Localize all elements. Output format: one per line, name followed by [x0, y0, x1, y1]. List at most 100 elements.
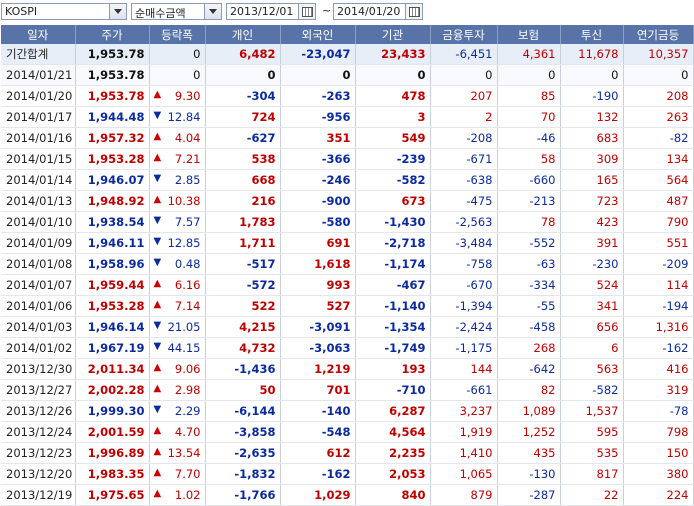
mode-select[interactable]: 순매수금액	[131, 3, 222, 20]
cell-institution: -710	[355, 379, 431, 401]
cell-trust: -582	[560, 379, 624, 401]
col-header-individual[interactable]: 개인	[205, 25, 281, 44]
cell-date: 2014/01/20	[1, 85, 76, 107]
table-row[interactable]: 2013/12/23 1,996.89 ▲ 13.54 -2,635 612 2,235 1,…	[1, 442, 694, 464]
col-header-change[interactable]: 등락폭	[149, 25, 206, 44]
cell-financial-investment: 0	[430, 64, 498, 86]
cell-trust: 132	[560, 106, 624, 128]
col-header-insurance[interactable]: 보험	[497, 25, 561, 44]
table-row[interactable]: 2014/01/13 1,948.92 ▲ 10.38 216 -900 673 -475 -2…	[1, 190, 694, 212]
change-value: 0.48	[174, 257, 201, 271]
col-header-price[interactable]: 주가	[75, 25, 150, 44]
index-select[interactable]: KOSPI	[1, 3, 127, 20]
table-row[interactable]: 2014/01/10 1,938.54 ▼ 7.57 1,783 -580 -1,430 -2…	[1, 211, 694, 233]
col-header-date[interactable]: 일자	[1, 25, 76, 44]
cell-trust: 535	[560, 442, 624, 464]
table-row[interactable]: 2013/12/30 2,011.34 ▲ 9.06 -1,436 1,219 193 144…	[1, 358, 694, 380]
change-value: 4.70	[174, 425, 201, 439]
cell-date: 2014/01/06	[1, 295, 76, 317]
col-header-institution[interactable]: 기관	[355, 25, 431, 44]
date-range-separator: ~	[322, 4, 332, 17]
change-wrapper: ▼ 2.29	[154, 404, 201, 418]
cell-pension: 208	[623, 85, 694, 107]
change-wrapper: ▲ 9.06	[154, 362, 201, 376]
start-date-field[interactable]: 2013/12/01	[226, 3, 316, 20]
cell-insurance: 435	[497, 442, 561, 464]
table-row[interactable]: 2014/01/02 1,967.19 ▼ 44.15 4,732 -3,063 -1,74…	[1, 337, 694, 359]
table-row[interactable]: 2014/01/15 1,953.28 ▲ 7.21 538 -366 -239 -671 58…	[1, 148, 694, 170]
col-header-foreign[interactable]: 외국인	[280, 25, 356, 44]
cell-financial-investment: -6,451	[430, 44, 498, 65]
table-row[interactable]: 2013/12/26 1,999.30 ▼ 2.29 -6,144 -140 6,287 3,…	[1, 400, 694, 422]
table-row[interactable]: 2014/01/08 1,958.96 ▼ 0.48 -517 1,618 -1,174 -7…	[1, 253, 694, 275]
table-row[interactable]: 2013/12/24 2,001.59 ▲ 4.70 -3,858 -548 4,564 1,…	[1, 421, 694, 443]
cell-insurance: 85	[497, 85, 561, 107]
arrow-up-icon: ▲	[153, 425, 162, 436]
cell-insurance: -287	[497, 484, 561, 506]
cell-pension: 224	[623, 484, 694, 506]
cell-insurance: 1,089	[497, 400, 561, 422]
cell-change: ▼ 2.85	[149, 169, 206, 191]
table-row[interactable]: 2014/01/09 1,946.11 ▼ 12.85 1,711 691 -2,718 -3…	[1, 232, 694, 254]
cell-change: ▼ 0.48	[149, 253, 206, 275]
cell-insurance: 1,252	[497, 421, 561, 443]
calendar-icon[interactable]	[405, 4, 422, 19]
cell-institution: 478	[355, 85, 431, 107]
change-wrapper: ▼ 7.57	[154, 215, 201, 229]
cell-trust: 563	[560, 358, 624, 380]
change-wrapper: ▲ 10.38	[154, 194, 201, 208]
change-value: 7.57	[174, 215, 201, 229]
cell-date: 2014/01/07	[1, 274, 76, 296]
cell-insurance: 4,361	[497, 44, 561, 65]
cell-financial-investment: 144	[430, 358, 498, 380]
cell-financial-investment: -1,394	[430, 295, 498, 317]
cell-foreign: -3,063	[280, 337, 356, 359]
cell-insurance: -46	[497, 127, 561, 149]
cell-foreign: -246	[280, 169, 356, 191]
cell-institution: 549	[355, 127, 431, 149]
col-header-financial-investment[interactable]: 금융투자	[430, 25, 498, 44]
table-row[interactable]: 2014/01/17 1,944.48 ▼ 12.84 724 -956 3 2 70 132 26…	[1, 106, 694, 128]
arrow-up-icon: ▲	[153, 152, 162, 163]
change-wrapper: ▲ 6.16	[154, 278, 201, 292]
cell-foreign: 993	[280, 274, 356, 296]
cell-institution: -239	[355, 148, 431, 170]
change-wrapper: ▲ 2.98	[154, 383, 201, 397]
col-header-pension[interactable]: 연기금등	[623, 25, 694, 44]
cell-trust: 524	[560, 274, 624, 296]
cell-date: 2013/12/30	[1, 358, 76, 380]
cell-pension: 263	[623, 106, 694, 128]
cell-pension: -162	[623, 337, 694, 359]
chevron-down-icon[interactable]	[204, 4, 221, 19]
total-row[interactable]: 기간합계 1,953.78 0 6,482 -23,047 23,433 -6,451 4,3…	[1, 44, 694, 65]
table-row[interactable]: 2014/01/21 1,953.78 0 0 0 0 0 0 0 0	[1, 64, 694, 86]
end-date-field[interactable]: 2014/01/20	[333, 3, 423, 20]
cell-date: 2013/12/23	[1, 442, 76, 464]
table-row[interactable]: 2013/12/20 1,983.35 ▲ 7.70 -1,832 -162 2,053 1,…	[1, 463, 694, 485]
cell-trust: 6	[560, 337, 624, 359]
change-wrapper: ▼ 2.85	[154, 173, 201, 187]
table-row[interactable]: 2013/12/19 1,975.65 ▲ 1.02 -1,766 1,029 840 879…	[1, 484, 694, 506]
table-row[interactable]: 2014/01/20 1,953.78 ▲ 9.30 -304 -263 478 207 85-…	[1, 85, 694, 107]
calendar-icon[interactable]	[298, 4, 315, 19]
table-row[interactable]: 2013/12/27 2,002.28 ▲ 2.98 50 701 -710 -661 82 -5…	[1, 379, 694, 401]
change-value: 12.84	[167, 110, 201, 124]
table-row[interactable]: 2014/01/16 1,957.32 ▲ 4.04 -627 351 549 -208 -46…	[1, 127, 694, 149]
cell-individual: 0	[205, 64, 281, 86]
cell-foreign: -580	[280, 211, 356, 233]
end-date-value: 2014/01/20	[337, 5, 401, 18]
cell-change: ▲ 10.38	[149, 190, 206, 212]
table-row[interactable]: 2014/01/06 1,953.28 ▲ 7.14 522 527 -1,140 -1,39…	[1, 295, 694, 317]
cell-foreign: -263	[280, 85, 356, 107]
col-header-trust[interactable]: 투신	[560, 25, 624, 44]
table-row[interactable]: 2014/01/07 1,959.44 ▲ 6.16 -572 993 -467 -670 -3…	[1, 274, 694, 296]
change-wrapper: ▼ 44.15	[154, 341, 201, 355]
cell-change: ▲ 7.14	[149, 295, 206, 317]
cell-price: 1,953.78	[75, 44, 150, 65]
chevron-down-icon[interactable]	[109, 4, 126, 19]
table-row[interactable]: 2014/01/03 1,946.14 ▼ 21.05 4,215 -3,091 -1,35…	[1, 316, 694, 338]
cell-pension: 0	[623, 64, 694, 86]
table-row[interactable]: 2014/01/14 1,946.07 ▼ 2.85 668 -246 -582 -638 -6…	[1, 169, 694, 191]
cell-pension: 798	[623, 421, 694, 443]
cell-trust: 11,678	[560, 44, 624, 65]
